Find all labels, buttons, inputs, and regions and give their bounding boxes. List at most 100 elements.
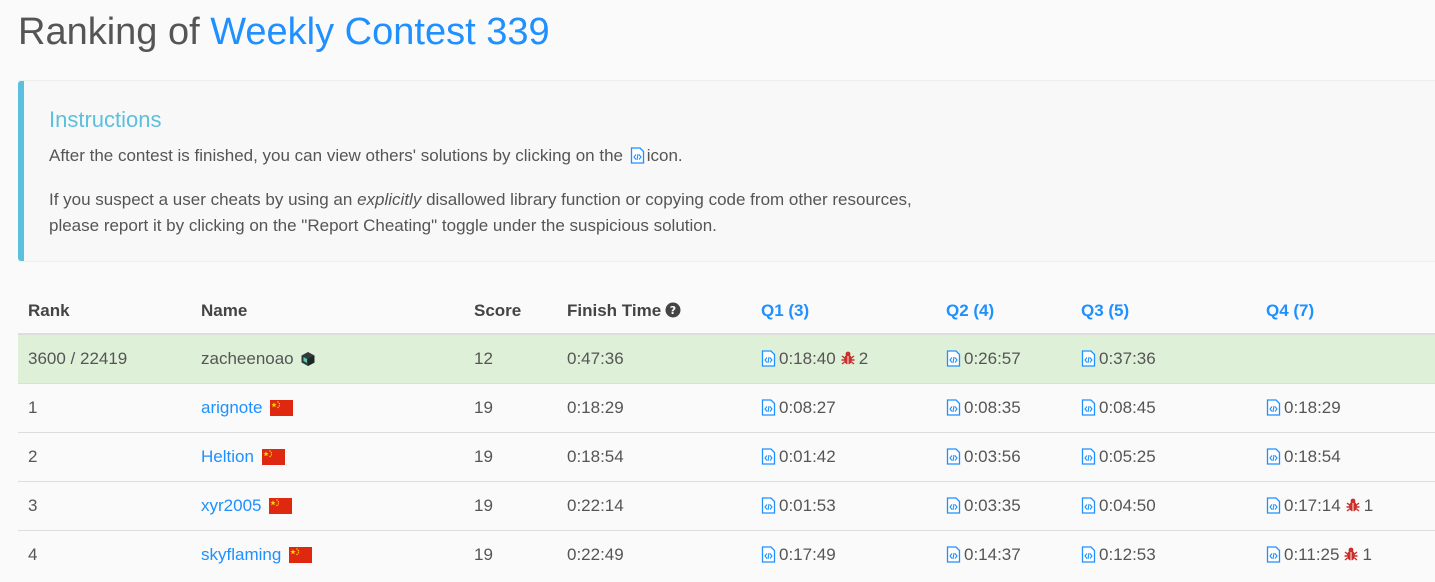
cell-rank: 3600 / 22419 xyxy=(18,333,191,384)
instructions-emphasis: explicitly xyxy=(357,190,422,209)
table-row: 2 Heltion 19 0:18:54 0:01:42 0:03:56 0:05:25 0:… xyxy=(18,432,1435,482)
cell-q2: 0:26:57 xyxy=(936,333,1071,384)
code-file-icon[interactable] xyxy=(946,399,961,416)
wrong-submission-count: 1 xyxy=(1363,496,1374,515)
code-file-icon[interactable] xyxy=(946,350,961,367)
instructions-paragraph-2: If you suspect a user cheats by using an… xyxy=(49,187,969,239)
cell-name: skyflaming xyxy=(191,530,464,579)
cell-q4: 0:18:54 xyxy=(1256,432,1435,482)
cell-name: zacheenoao xyxy=(191,333,464,384)
code-file-icon[interactable] xyxy=(1081,399,1096,416)
code-file-icon[interactable] xyxy=(946,448,961,465)
header-finish-time: Finish Time? xyxy=(557,288,751,335)
solve-time: 0:01:53 xyxy=(779,496,836,515)
table-row: 1 arignote 19 0:18:29 0:08:27 0:08:35 0:08:45 0… xyxy=(18,383,1435,433)
china-flag-icon xyxy=(289,547,313,563)
cell-q4 xyxy=(1256,333,1435,384)
cell-q4: 0:18:29 xyxy=(1256,383,1435,433)
cell-q1: 0:18:40 2 xyxy=(751,333,936,384)
cell-q4: 0:17:14 1 xyxy=(1256,481,1435,531)
cell-q3: 0:37:36 xyxy=(1071,333,1256,384)
help-icon[interactable]: ? xyxy=(665,302,681,318)
cell-score: 19 xyxy=(464,432,557,482)
code-file-icon[interactable] xyxy=(761,546,776,563)
cell-rank: 1 xyxy=(18,383,191,433)
user-name: zacheenoao xyxy=(201,349,294,368)
cell-name: xyr2005 xyxy=(191,481,464,531)
user-link[interactable]: skyflaming xyxy=(201,545,281,564)
code-file-icon[interactable] xyxy=(1266,399,1281,416)
cell-q1: 0:01:53 xyxy=(751,481,936,531)
bug-icon xyxy=(841,351,855,365)
cell-score: 12 xyxy=(464,333,557,384)
code-file-icon[interactable] xyxy=(946,546,961,563)
cell-finish-time: 0:47:36 xyxy=(557,333,751,384)
code-file-icon[interactable] xyxy=(1081,350,1096,367)
cell-score: 19 xyxy=(464,383,557,433)
cell-q3: 0:12:53 xyxy=(1071,530,1256,579)
code-file-icon[interactable] xyxy=(1081,448,1096,465)
table-header-row: Rank Name Score Finish Time? Q1 (3) Q2 (… xyxy=(18,288,1435,335)
header-q1[interactable]: Q1 (3) xyxy=(751,288,936,335)
user-link[interactable]: xyr2005 xyxy=(201,496,261,515)
china-flag-icon xyxy=(269,498,293,514)
solve-time: 0:18:40 xyxy=(779,349,836,368)
code-file-icon[interactable] xyxy=(1266,448,1281,465)
instructions-text: After the contest is finished, you can v… xyxy=(49,146,623,165)
cell-q2: 0:03:35 xyxy=(936,481,1071,531)
code-file-icon[interactable] xyxy=(761,350,776,367)
callout-accent-bar xyxy=(18,81,24,261)
cell-q1: 0:01:42 xyxy=(751,432,936,482)
header-name: Name xyxy=(191,288,464,335)
code-file-icon[interactable] xyxy=(761,399,776,416)
code-file-icon[interactable] xyxy=(761,448,776,465)
cell-score: 19 xyxy=(464,481,557,531)
wrong-submission-count: 2 xyxy=(858,349,869,368)
header-q4[interactable]: Q4 (7) xyxy=(1256,288,1435,335)
table-row: 3600 / 22419 zacheenoao 12 0:47:36 0:18:40 2 0… xyxy=(18,333,1435,384)
solve-time: 0:11:25 xyxy=(1284,545,1340,564)
header-finish-time-label: Finish Time xyxy=(567,300,662,320)
solve-time: 0:04:50 xyxy=(1099,496,1156,515)
instructions-heading: Instructions xyxy=(49,107,162,132)
user-badge-icon xyxy=(301,352,315,366)
cell-q2: 0:14:37 xyxy=(936,530,1071,579)
code-file-icon[interactable] xyxy=(1081,497,1096,514)
code-file-icon[interactable] xyxy=(761,497,776,514)
header-q2[interactable]: Q2 (4) xyxy=(936,288,1071,335)
solve-time: 0:08:35 xyxy=(964,398,1021,417)
cell-finish-time: 0:22:14 xyxy=(557,481,751,531)
cell-q3: 0:04:50 xyxy=(1071,481,1256,531)
solve-time: 0:17:14 xyxy=(1284,496,1341,515)
bug-icon xyxy=(1346,498,1360,512)
instructions-text: disallowed library function or copying c… xyxy=(426,190,912,209)
solve-time: 0:37:36 xyxy=(1099,349,1156,368)
instructions-paragraph-1: After the contest is finished, you can v… xyxy=(49,143,969,169)
cell-rank: 4 xyxy=(18,530,191,579)
ranking-table: Rank Name Score Finish Time? Q1 (3) Q2 (… xyxy=(18,288,1435,579)
contest-link[interactable]: Weekly Contest 339 xyxy=(210,11,549,53)
cell-q1: 0:17:49 xyxy=(751,530,936,579)
bug-icon xyxy=(1344,547,1358,561)
code-file-icon xyxy=(630,147,644,164)
solve-time: 0:18:29 xyxy=(1284,398,1341,417)
cell-finish-time: 0:18:54 xyxy=(557,432,751,482)
code-file-icon[interactable] xyxy=(946,497,961,514)
code-file-icon[interactable] xyxy=(1081,546,1096,563)
cell-finish-time: 0:18:29 xyxy=(557,383,751,433)
cell-q3: 0:08:45 xyxy=(1071,383,1256,433)
code-file-icon[interactable] xyxy=(1266,497,1281,514)
solve-time: 0:08:45 xyxy=(1099,398,1156,417)
solve-time: 0:08:27 xyxy=(779,398,836,417)
user-link[interactable]: Heltion xyxy=(201,447,254,466)
cell-rank: 3 xyxy=(18,481,191,531)
instructions-text: please report it by clicking on the "Rep… xyxy=(49,216,717,235)
header-q3[interactable]: Q3 (5) xyxy=(1071,288,1256,335)
cell-q1: 0:08:27 xyxy=(751,383,936,433)
solve-time: 0:01:42 xyxy=(779,447,836,466)
user-link[interactable]: arignote xyxy=(201,398,262,417)
cell-q3: 0:05:25 xyxy=(1071,432,1256,482)
cell-q2: 0:08:35 xyxy=(936,383,1071,433)
china-flag-icon xyxy=(261,449,285,465)
code-file-icon[interactable] xyxy=(1266,546,1281,563)
